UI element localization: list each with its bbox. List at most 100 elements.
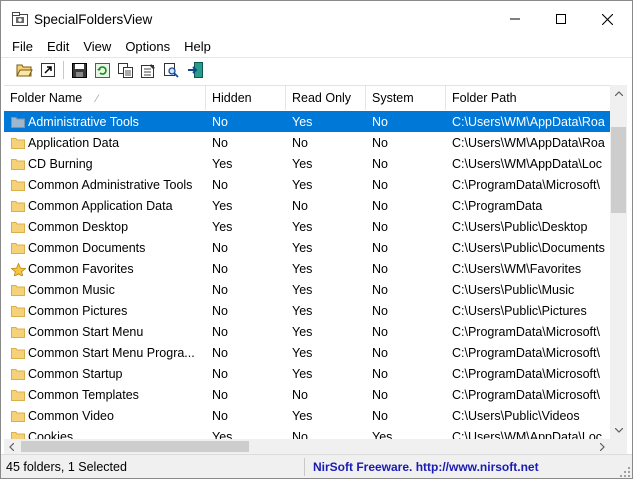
- cell-system: No: [372, 324, 388, 339]
- resize-grip-icon[interactable]: [620, 466, 630, 477]
- folder-icon: [11, 431, 25, 439]
- cell-folder-name: Common Desktop: [4, 220, 206, 234]
- table-row[interactable]: Application Data No No No C:\Users\WM\AppDat…: [4, 132, 610, 153]
- scroll-up-icon[interactable]: [610, 85, 627, 102]
- toolbar-separator: [63, 61, 64, 79]
- table-row[interactable]: Common Start Menu No Yes No C:\ProgramData\M…: [4, 321, 610, 342]
- table-row[interactable]: Common Administrative Tools No Yes No C:\Pro…: [4, 174, 610, 195]
- find-icon[interactable]: [160, 59, 183, 81]
- cell-system: No: [372, 198, 388, 213]
- properties-icon[interactable]: [137, 59, 160, 81]
- vertical-scrollbar[interactable]: [610, 85, 627, 439]
- table-row[interactable]: Common Favorites No Yes No C:\Users\WM\Favor…: [4, 258, 610, 279]
- cell-hidden: Yes: [212, 429, 233, 440]
- cell-read-only: Yes: [292, 282, 313, 297]
- close-button[interactable]: [584, 1, 630, 37]
- scroll-right-icon[interactable]: [595, 439, 610, 454]
- cell-system: No: [372, 240, 388, 255]
- maximize-button[interactable]: [538, 1, 584, 37]
- table-row[interactable]: Common Application Data Yes No No C:\Program…: [4, 195, 610, 216]
- table-row[interactable]: Common Startup No Yes No C:\ProgramData\Micr…: [4, 363, 610, 384]
- table-row[interactable]: Common Desktop Yes Yes No C:\Users\Public\De…: [4, 216, 610, 237]
- menu-options[interactable]: Options: [118, 37, 177, 56]
- menu-file[interactable]: File: [1, 37, 40, 56]
- folder-name-text: Common Start Menu Progra...: [28, 345, 195, 360]
- cell-folder-path: C:\Users\Public\Videos: [452, 408, 580, 423]
- window-title: SpecialFoldersView: [34, 12, 153, 27]
- cell-hidden: No: [212, 240, 228, 255]
- horizontal-scroll-thumb[interactable]: [21, 441, 249, 452]
- cell-folder-name: Cookies: [4, 430, 206, 439]
- table-row[interactable]: CD Burning Yes Yes No C:\Users\WM\AppData\Lo…: [4, 153, 610, 174]
- menu-bar: File Edit View Options Help: [1, 37, 632, 56]
- cell-folder-path: C:\ProgramData\Microsoft\: [452, 324, 600, 339]
- cell-folder-name: Common Application Data: [4, 199, 206, 213]
- cell-folder-name: Common Favorites: [4, 262, 206, 276]
- folder-icon: [11, 179, 25, 191]
- column-header-hidden[interactable]: Hidden: [206, 86, 286, 110]
- cell-system: No: [372, 135, 388, 150]
- cell-folder-name: Common Video: [4, 409, 206, 423]
- table-row[interactable]: Common Start Menu Progra... No Yes No C:\Pro…: [4, 342, 610, 363]
- cell-folder-path: C:\Users\WM\Favorites: [452, 261, 582, 276]
- list-header: Folder Name ∕ Hidden Read Only System Fol…: [4, 86, 610, 110]
- menu-edit[interactable]: Edit: [40, 37, 76, 56]
- nirsoft-link[interactable]: NirSoft Freeware. http://www.nirsoft.net: [313, 460, 539, 474]
- menu-view[interactable]: View: [76, 37, 118, 56]
- folder-name-text: Common Favorites: [28, 261, 134, 276]
- cell-hidden: Yes: [212, 156, 233, 171]
- scroll-down-icon[interactable]: [610, 422, 627, 439]
- folder-icon: [11, 116, 25, 128]
- cell-system: No: [372, 408, 388, 423]
- column-header-folder-name[interactable]: Folder Name ∕: [4, 86, 206, 110]
- cell-folder-path: C:\ProgramData\Microsoft\: [452, 387, 600, 402]
- cell-hidden: No: [212, 261, 228, 276]
- shortcut-icon[interactable]: [36, 59, 59, 81]
- save-icon[interactable]: [68, 59, 91, 81]
- toolbar: [1, 57, 632, 82]
- title-bar[interactable]: SpecialFoldersView: [1, 1, 632, 37]
- cell-hidden: No: [212, 324, 228, 339]
- table-row[interactable]: Common Pictures No Yes No C:\Users\Public\Pi…: [4, 300, 610, 321]
- scroll-left-icon[interactable]: [4, 439, 19, 454]
- folder-icon: [11, 200, 25, 212]
- cell-hidden: No: [212, 366, 228, 381]
- open-folder-icon[interactable]: [13, 59, 36, 81]
- minimize-button[interactable]: [492, 1, 538, 37]
- cell-hidden: No: [212, 282, 228, 297]
- column-header-system[interactable]: System: [366, 86, 446, 110]
- menu-help[interactable]: Help: [177, 37, 218, 56]
- table-row[interactable]: Administrative Tools No Yes No C:\Users\WM\A…: [4, 111, 610, 132]
- cell-folder-path: C:\Users\Public\Desktop: [452, 219, 588, 234]
- folder-name-text: Administrative Tools: [28, 114, 139, 129]
- cell-read-only: No: [292, 135, 308, 150]
- cell-hidden: No: [212, 177, 228, 192]
- folder-name-text: Common Pictures: [28, 303, 128, 318]
- cell-read-only: Yes: [292, 114, 313, 129]
- table-row[interactable]: Cookies Yes No Yes C:\Users\WM\AppData\Loc: [4, 426, 610, 439]
- folder-name-text: Common Music: [28, 282, 115, 297]
- copy-icon[interactable]: [114, 59, 137, 81]
- table-row[interactable]: Common Video No Yes No C:\Users\Public\Video…: [4, 405, 610, 426]
- vertical-scroll-thumb[interactable]: [611, 127, 626, 213]
- cell-read-only: No: [292, 429, 308, 440]
- horizontal-scrollbar[interactable]: [4, 439, 610, 454]
- exit-icon[interactable]: [183, 59, 206, 81]
- favorites-star-icon: [10, 261, 27, 276]
- folders-list-view[interactable]: Folder Name ∕ Hidden Read Only System Fol…: [4, 85, 610, 439]
- refresh-icon[interactable]: [91, 59, 114, 81]
- column-header-read-only[interactable]: Read Only: [286, 86, 366, 110]
- table-row[interactable]: Common Music No Yes No C:\Users\Public\Music: [4, 279, 610, 300]
- cell-folder-name: Common Pictures: [4, 304, 206, 318]
- cell-system: No: [372, 303, 388, 318]
- cell-folder-name: Common Startup: [4, 367, 206, 381]
- column-header-folder-path[interactable]: Folder Path: [446, 86, 610, 110]
- cell-hidden: No: [212, 408, 228, 423]
- cell-system: No: [372, 156, 388, 171]
- table-row[interactable]: Common Documents No Yes No C:\Users\Public\D…: [4, 237, 610, 258]
- folder-icon: [11, 158, 25, 170]
- cell-read-only: Yes: [292, 366, 313, 381]
- folder-name-text: Common Application Data: [28, 198, 173, 213]
- table-row[interactable]: Common Templates No No No C:\ProgramData\Mic…: [4, 384, 610, 405]
- status-summary: 45 folders, 1 Selected: [6, 460, 127, 474]
